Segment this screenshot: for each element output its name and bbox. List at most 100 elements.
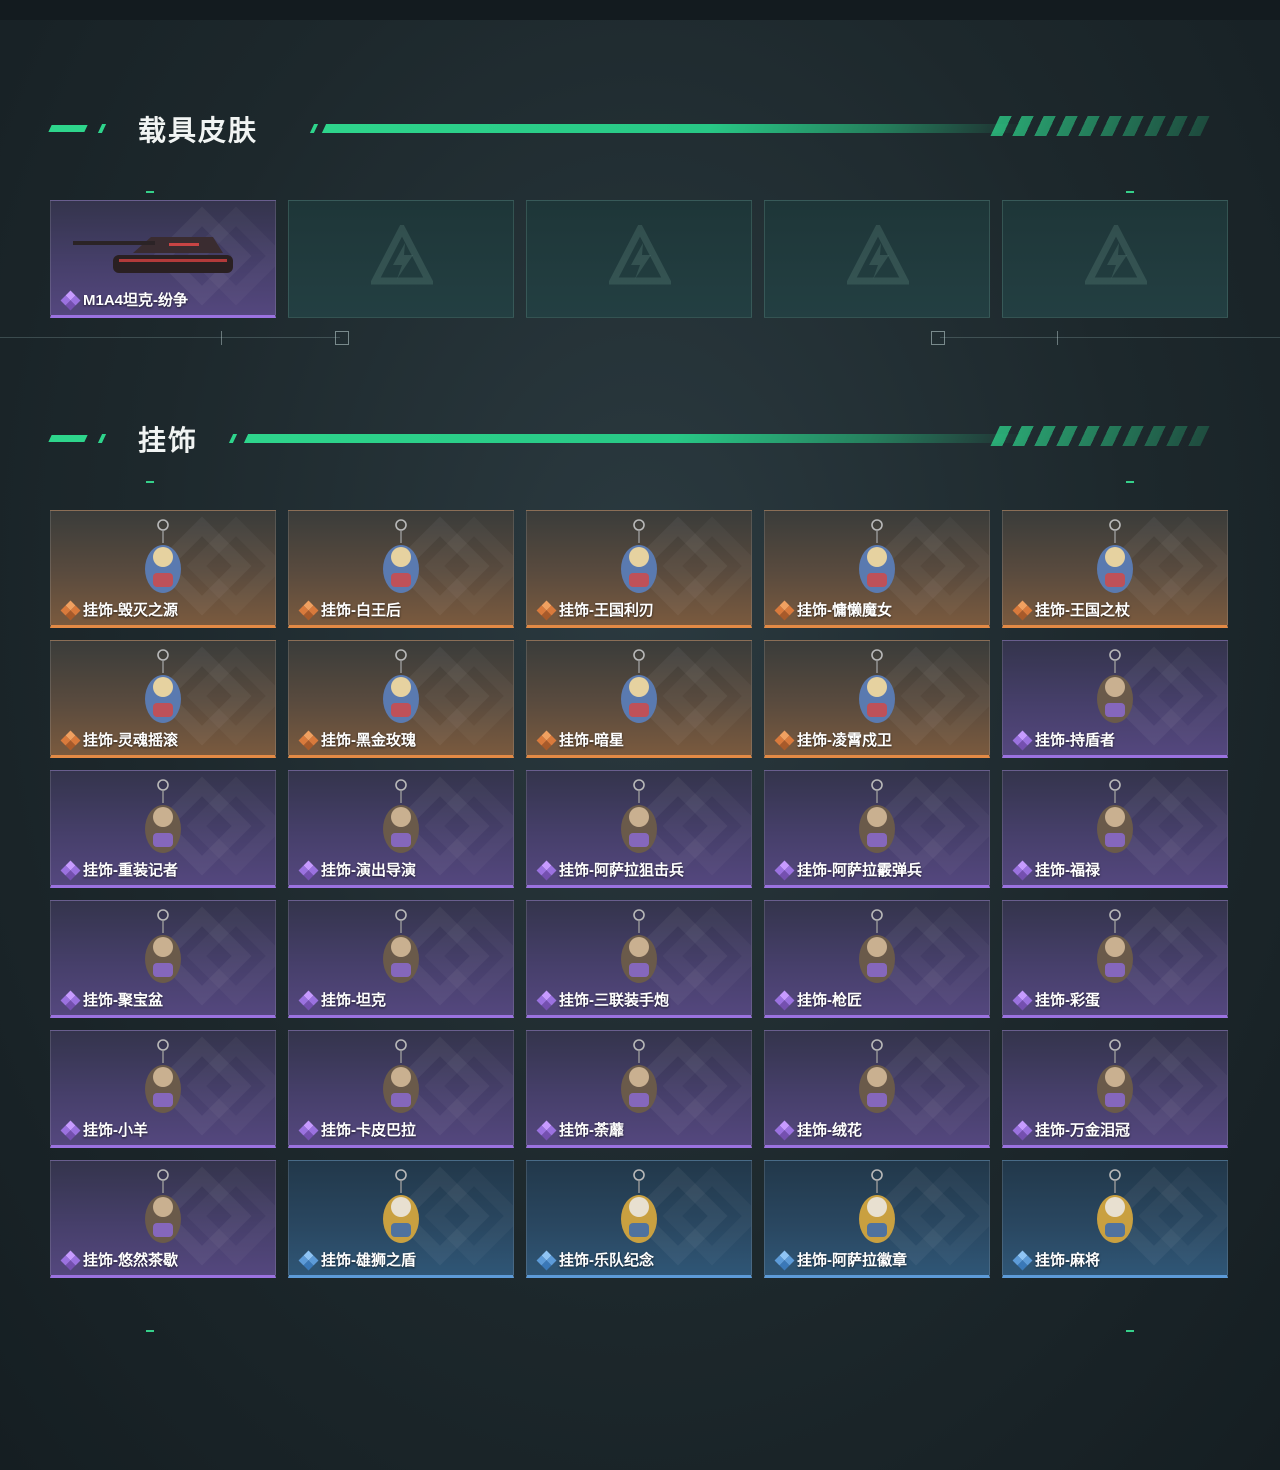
item-name: 挂饰-持盾者	[1012, 729, 1115, 750]
quality-diamond-icon	[536, 1120, 557, 1140]
quality-diamond-icon	[536, 990, 557, 1010]
header-checker-pattern	[990, 116, 1210, 136]
top-bar	[0, 0, 1280, 20]
item-card[interactable]: 挂饰-彩蛋	[1002, 900, 1228, 1018]
item-card[interactable]: 挂饰-王国之杖	[1002, 510, 1228, 628]
item-label: 挂饰-演出导演	[321, 862, 416, 879]
item-card[interactable]: 挂饰-小羊	[50, 1030, 276, 1148]
item-card[interactable]: M1A4坦克-纷争	[50, 200, 276, 318]
watermark-logo-icon	[609, 225, 671, 285]
item-card[interactable]: 挂饰-坦克	[288, 900, 514, 1018]
quality-diamond-icon	[1012, 990, 1033, 1010]
reporter-figure-icon	[145, 779, 181, 853]
item-card[interactable]: 挂饰-乐队纪念	[526, 1160, 752, 1278]
empty-slot	[288, 200, 514, 318]
lion-shield-icon	[383, 1169, 419, 1243]
item-label: 挂饰-福禄	[1035, 862, 1100, 879]
empty-slot	[1002, 200, 1228, 318]
item-name: 挂饰-慵懒魔女	[774, 599, 892, 620]
item-card[interactable]: 挂饰-枪匠	[764, 900, 990, 1018]
lamb-icon	[145, 1039, 181, 1113]
section-title: 挂饰	[138, 425, 199, 456]
item-card[interactable]: 挂饰-慵懒魔女	[764, 510, 990, 628]
item-label: 挂饰-枪匠	[797, 992, 862, 1009]
quality-diamond-icon	[774, 1120, 795, 1140]
item-card[interactable]: 挂饰-暗星	[526, 640, 752, 758]
quality-diamond-icon	[298, 1120, 319, 1140]
item-card[interactable]: 挂饰-黑金玫瑰	[288, 640, 514, 758]
item-label: 挂饰-阿萨拉霰弹兵	[797, 862, 922, 879]
header-accent-mark	[309, 124, 319, 133]
knight-figure-icon	[621, 519, 657, 593]
item-name: 挂饰-福禄	[1012, 859, 1100, 880]
hand-cannon-icon	[621, 909, 657, 983]
item-card[interactable]: 挂饰-万金泪冠	[1002, 1030, 1228, 1148]
quality-diamond-icon	[60, 600, 81, 620]
item-name: 挂饰-绒花	[774, 1119, 862, 1140]
quality-diamond-icon	[774, 990, 795, 1010]
item-name: 挂饰-小羊	[60, 1119, 148, 1140]
quality-diamond-icon	[298, 990, 319, 1010]
header-accent-mark	[97, 434, 107, 443]
hud-divider-left	[0, 337, 340, 338]
quality-diamond-icon	[60, 1250, 81, 1270]
item-name: 挂饰-暗星	[536, 729, 624, 750]
item-card[interactable]: 挂饰-王国利刃	[526, 510, 752, 628]
band-badge-icon	[621, 1169, 657, 1243]
item-label: 挂饰-阿萨拉狙击兵	[559, 862, 684, 879]
item-card[interactable]: 挂饰-麻将	[1002, 1160, 1228, 1278]
tank-icon	[73, 237, 233, 273]
item-card[interactable]: 挂饰-三联装手炮	[526, 900, 752, 1018]
item-label: 挂饰-三联装手炮	[559, 992, 669, 1009]
item-name: 挂饰-阿萨拉徽章	[774, 1249, 907, 1270]
item-card[interactable]: 挂饰-阿萨拉徽章	[764, 1160, 990, 1278]
cupcake-icon	[145, 1169, 181, 1243]
item-name: 挂饰-悠然茶歇	[60, 1249, 178, 1270]
item-card[interactable]: 挂饰-绒花	[764, 1030, 990, 1148]
director-figure-icon	[383, 779, 419, 853]
item-name: 挂饰-阿萨拉霰弹兵	[774, 859, 922, 880]
item-label: 挂饰-彩蛋	[1035, 992, 1100, 1009]
item-label: 挂饰-持盾者	[1035, 732, 1115, 749]
sniper-figure-icon	[621, 779, 657, 853]
item-card[interactable]: 挂饰-聚宝盆	[50, 900, 276, 1018]
item-card[interactable]: 挂饰-凌霄戍卫	[764, 640, 990, 758]
item-card[interactable]: 挂饰-雄狮之盾	[288, 1160, 514, 1278]
header-accent-mark	[48, 435, 88, 442]
item-name: 挂饰-万金泪冠	[1012, 1119, 1130, 1140]
quality-diamond-icon	[298, 860, 319, 880]
item-name: 挂饰-彩蛋	[1012, 989, 1100, 1010]
item-label: 挂饰-乐队纪念	[559, 1252, 654, 1269]
item-card[interactable]: 挂饰-荼蘼	[526, 1030, 752, 1148]
item-card[interactable]: 挂饰-灵魂摇滚	[50, 640, 276, 758]
item-card[interactable]: 挂饰-阿萨拉狙击兵	[526, 770, 752, 888]
item-label: 挂饰-白王后	[321, 602, 401, 619]
item-card[interactable]: 挂饰-毁灭之源	[50, 510, 276, 628]
item-card[interactable]: 挂饰-持盾者	[1002, 640, 1228, 758]
guitarist-figure-icon	[145, 649, 181, 723]
quality-diamond-icon	[536, 1250, 557, 1270]
item-card[interactable]: 挂饰-阿萨拉霰弹兵	[764, 770, 990, 888]
easter-egg-icon	[1097, 909, 1133, 983]
item-label: 挂饰-聚宝盆	[83, 992, 163, 1009]
item-label: 挂饰-黑金玫瑰	[321, 732, 416, 749]
item-label: 挂饰-暗星	[559, 732, 624, 749]
item-card[interactable]: 挂饰-卡皮巴拉	[288, 1030, 514, 1148]
hud-tick-right	[1057, 331, 1058, 345]
hud-accent-tick	[1126, 191, 1134, 193]
hud-accent-tick	[1126, 1330, 1134, 1332]
item-label: 挂饰-绒花	[797, 1122, 862, 1139]
item-name: 挂饰-演出导演	[298, 859, 416, 880]
item-name: 挂饰-聚宝盆	[60, 989, 163, 1010]
item-name: 挂饰-黑金玫瑰	[298, 729, 416, 750]
item-card[interactable]: 挂饰-重装记者	[50, 770, 276, 888]
hud-marker-right	[931, 331, 945, 345]
item-card[interactable]: 挂饰-福禄	[1002, 770, 1228, 888]
quality-diamond-icon	[536, 600, 557, 620]
header-checker-pattern	[990, 426, 1210, 446]
item-card[interactable]: 挂饰-悠然茶歇	[50, 1160, 276, 1278]
item-name: 挂饰-卡皮巴拉	[298, 1119, 416, 1140]
item-card[interactable]: 挂饰-白王后	[288, 510, 514, 628]
item-card[interactable]: 挂饰-演出导演	[288, 770, 514, 888]
tank-charm-icon	[383, 909, 419, 983]
